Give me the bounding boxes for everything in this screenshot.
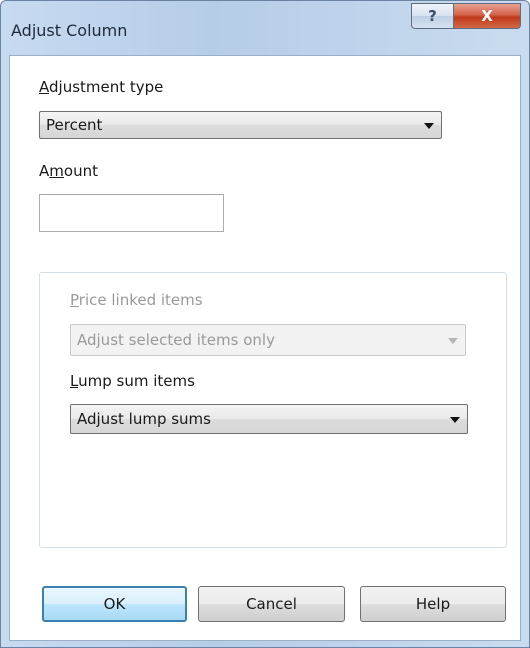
chevron-down-icon bbox=[448, 338, 458, 344]
chevron-down-icon bbox=[450, 417, 460, 423]
dialog-body: Adjustment type Percent Amount Price lin… bbox=[9, 55, 521, 641]
adjustment-type-label-text: djustment type bbox=[49, 78, 164, 96]
close-icon: X bbox=[481, 7, 493, 25]
adjust-column-dialog: Adjust Column ? X Adjustment type Percen… bbox=[0, 0, 530, 648]
lump-sum-label-text: ump sum items bbox=[78, 372, 195, 390]
help-title-button[interactable]: ? bbox=[411, 3, 453, 29]
amount-label-post: ount bbox=[63, 162, 98, 180]
amount-input[interactable] bbox=[39, 194, 224, 232]
title-bar[interactable]: Adjust Column ? X bbox=[1, 1, 529, 55]
adjustment-type-label: Adjustment type bbox=[39, 78, 163, 96]
close-button[interactable]: X bbox=[453, 3, 521, 29]
price-linked-label-text: rice linked items bbox=[78, 291, 203, 309]
cancel-button-label: Cancel bbox=[246, 595, 297, 613]
cancel-button[interactable]: Cancel bbox=[198, 586, 345, 622]
price-linked-value: Adjust selected items only bbox=[77, 331, 275, 349]
ok-button-label: OK bbox=[103, 595, 126, 613]
amount-accel: m bbox=[49, 162, 64, 180]
lump-sum-accel: L bbox=[70, 372, 79, 390]
lump-sum-value: Adjust lump sums bbox=[77, 410, 211, 428]
price-linked-select[interactable]: Adjust selected items only bbox=[70, 324, 466, 356]
help-button[interactable]: Help bbox=[360, 586, 506, 622]
amount-label: Amount bbox=[39, 162, 98, 180]
window-title: Adjust Column bbox=[11, 21, 128, 40]
chevron-down-icon bbox=[424, 123, 434, 129]
adjustment-type-accel: A bbox=[39, 78, 49, 96]
adjustment-type-value: Percent bbox=[46, 116, 103, 134]
adjustment-type-select[interactable]: Percent bbox=[39, 111, 442, 139]
help-icon: ? bbox=[428, 7, 437, 25]
lump-sum-select[interactable]: Adjust lump sums bbox=[70, 404, 468, 434]
price-linked-accel: P bbox=[70, 291, 79, 309]
ok-button[interactable]: OK bbox=[42, 586, 187, 622]
lump-sum-label: Lump sum items bbox=[70, 372, 195, 390]
amount-label-pre: A bbox=[39, 162, 50, 180]
price-linked-label: Price linked items bbox=[70, 291, 203, 309]
help-button-label: Help bbox=[415, 595, 451, 613]
